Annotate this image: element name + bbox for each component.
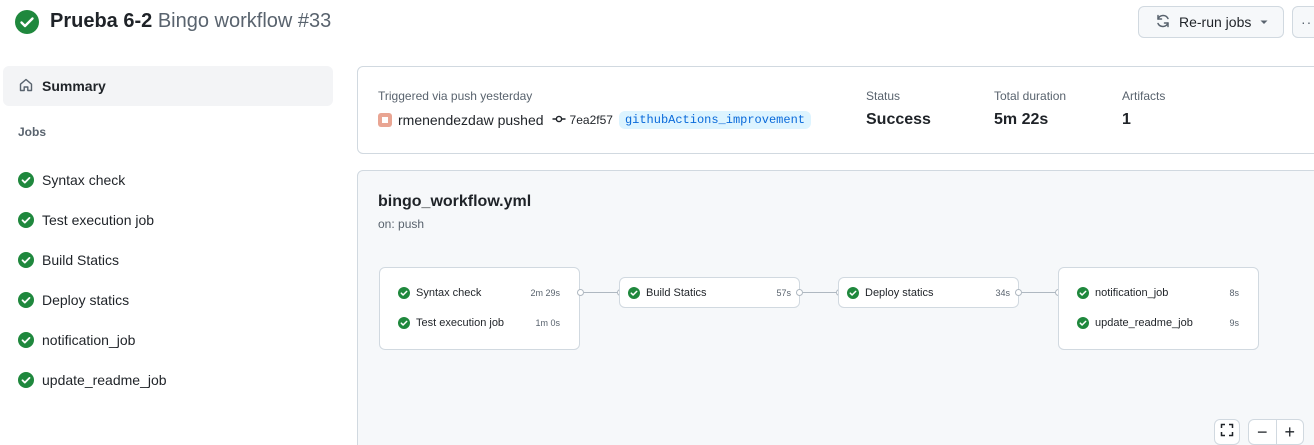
git-commit-icon (552, 112, 566, 129)
job-list: Syntax check Test execution job Build St… (18, 160, 167, 400)
rerun-jobs-label: Re-run jobs (1179, 14, 1252, 30)
graph-node-notification[interactable]: notification_job (1077, 286, 1168, 300)
node-duration: 8s (1229, 288, 1239, 298)
job-label: Syntax check (42, 172, 126, 188)
check-circle-icon (18, 292, 34, 308)
workflow-name[interactable]: Prueba 6-2 (50, 10, 152, 32)
caret-down-icon (1259, 14, 1269, 30)
node-duration: 34s (995, 288, 1010, 298)
node-duration: 57s (776, 288, 791, 298)
job-label: notification_job (42, 332, 136, 348)
check-circle-icon (18, 372, 34, 388)
zoom-controls: − + (1248, 419, 1304, 445)
success-check-icon (15, 10, 39, 34)
graph-node-syntax-check[interactable]: Syntax check (398, 286, 481, 300)
node-label: Test execution job (416, 317, 505, 329)
check-circle-icon (18, 172, 34, 188)
graph-node-test-execution[interactable]: Test execution job (398, 316, 504, 330)
connector-dot (1015, 289, 1022, 296)
check-circle-icon (628, 287, 640, 299)
node-label: Syntax check (416, 287, 482, 299)
check-circle-icon (847, 287, 859, 299)
avatar[interactable] (378, 113, 392, 127)
graph-job-box: Build Statics 57s (619, 277, 800, 308)
job-label: Test execution job (42, 212, 155, 228)
node-label: update_readme_job (1095, 317, 1193, 329)
check-circle-icon (1077, 317, 1089, 329)
trigger-label: Triggered via push yesterday (378, 89, 533, 103)
branch-label[interactable]: githubActions_improvement (618, 111, 811, 129)
status-label: Status (866, 89, 901, 103)
connector-line (803, 292, 836, 293)
sidebar-item-label: Summary (42, 78, 106, 94)
artifacts-value[interactable]: 1 (1122, 111, 1165, 129)
duration-label: Total duration (994, 89, 1067, 103)
sidebar-job-notification[interactable]: notification_job (18, 320, 167, 360)
graph-job-box: Deploy statics 34s (838, 277, 1019, 308)
check-circle-icon (398, 287, 410, 299)
connector-dot (577, 289, 584, 296)
sync-icon (1155, 13, 1171, 32)
job-label: Build Statics (42, 252, 120, 268)
node-duration: 9s (1229, 318, 1239, 328)
duration-stat: Total duration 5m 22s (994, 89, 1066, 129)
node-label: Build Statics (646, 287, 707, 299)
commit-sha-link[interactable]: 7ea2f57 (570, 113, 613, 127)
jobs-heading: Jobs (18, 125, 47, 139)
check-circle-icon (398, 317, 410, 329)
status-stat: Status Success (866, 89, 931, 129)
graph-node-deploy-statics[interactable]: Deploy statics (847, 286, 933, 300)
trigger-details: rmenendezdaw pushed 7ea2f57 githubAction… (378, 111, 811, 129)
run-name: Bingo workflow #33 (157, 10, 332, 32)
duration-value: 5m 22s (994, 111, 1049, 128)
graph-job-group: Syntax check 2m 29s Test execution job 1… (379, 267, 580, 350)
artifacts-stat: Artifacts 1 (1122, 89, 1165, 129)
workflow-trigger: on: push (378, 217, 425, 231)
run-title: Prueba 6-2 Bingo workflow #33 (50, 8, 331, 34)
node-duration: 1m 0s (535, 318, 560, 328)
status-value: Success (866, 111, 931, 128)
actor-text[interactable]: rmenendezdaw pushed (398, 112, 544, 128)
sidebar-job-test-execution[interactable]: Test execution job (18, 200, 167, 240)
rerun-jobs-button[interactable]: Re-run jobs (1138, 6, 1284, 38)
sidebar-item-summary[interactable]: Summary (3, 66, 333, 106)
job-label: update_readme_job (42, 372, 167, 388)
connector-dot (796, 289, 803, 296)
kebab-horizontal-icon: ··· (1301, 14, 1314, 30)
zoom-out-button[interactable]: − (1249, 420, 1277, 444)
node-duration: 2m 29s (530, 288, 560, 298)
sidebar-job-syntax-check[interactable]: Syntax check (18, 160, 167, 200)
artifacts-label: Artifacts (1122, 89, 1166, 103)
more-options-button[interactable]: ··· (1292, 6, 1314, 38)
connector-line (1022, 292, 1057, 293)
node-label: notification_job (1095, 287, 1169, 299)
sidebar-job-update-readme[interactable]: update_readme_job (18, 360, 167, 400)
job-label: Deploy statics (42, 292, 130, 308)
check-circle-icon (18, 332, 34, 348)
graph-node-build-statics[interactable]: Build Statics (628, 286, 707, 300)
fullscreen-button[interactable] (1214, 419, 1240, 445)
check-circle-icon (18, 252, 34, 268)
graph-job-group: notification_job 8s update_readme_job 9s (1058, 267, 1259, 350)
check-circle-icon (18, 212, 34, 228)
connector-line (584, 292, 617, 293)
workflow-graph: bingo_workflow.yml on: push Syntax check… (357, 170, 1314, 445)
run-summary-card: Triggered via push yesterday rmenendezda… (357, 66, 1314, 154)
fullscreen-icon (1220, 423, 1234, 442)
workflow-file-name[interactable]: bingo_workflow.yml (378, 193, 531, 211)
check-circle-icon (1077, 287, 1089, 299)
home-icon (18, 77, 34, 96)
node-label: Deploy statics (865, 287, 934, 299)
sidebar-job-build-statics[interactable]: Build Statics (18, 240, 167, 280)
zoom-in-button[interactable]: + (1277, 420, 1304, 444)
graph-node-update-readme[interactable]: update_readme_job (1077, 316, 1193, 330)
sidebar-job-deploy-statics[interactable]: Deploy statics (18, 280, 167, 320)
